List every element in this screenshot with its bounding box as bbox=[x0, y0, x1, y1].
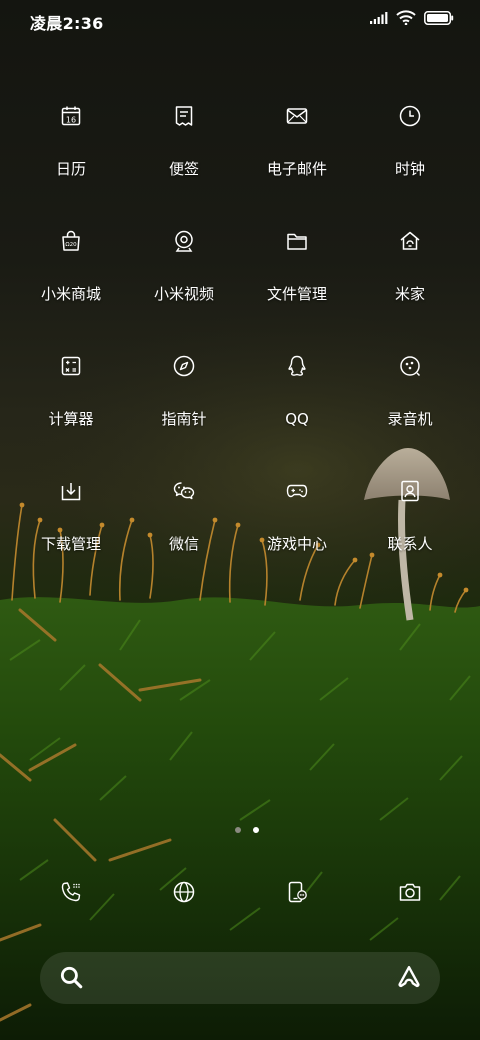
camera-icon[interactable] bbox=[398, 880, 422, 904]
recorder-icon bbox=[400, 356, 421, 377]
search-icon[interactable] bbox=[58, 964, 84, 990]
app-download-manager[interactable]: 下载管理 bbox=[15, 463, 127, 573]
app-mi-home[interactable]: 米家 bbox=[354, 213, 466, 323]
wifi-icon bbox=[396, 10, 416, 25]
app-calculator[interactable]: 计算器 bbox=[15, 338, 127, 448]
app-label: 录音机 bbox=[387, 410, 433, 428]
app-file-manager[interactable]: 文件管理 bbox=[241, 213, 353, 323]
messages-icon[interactable] bbox=[285, 880, 309, 904]
app-label: 游戏中心 bbox=[266, 535, 327, 553]
calculator-icon bbox=[61, 356, 81, 376]
gamepad-icon bbox=[286, 484, 308, 498]
mi-home-icon bbox=[400, 231, 420, 250]
app-label: 便签 bbox=[168, 160, 199, 178]
search-bar[interactable] bbox=[40, 952, 440, 1004]
app-label: 日历 bbox=[55, 160, 86, 178]
app-mi-video[interactable]: 小米视频 bbox=[128, 213, 240, 323]
calendar-icon: 16 bbox=[61, 106, 81, 126]
status-bar: 凌晨2:36 bbox=[0, 0, 480, 40]
mail-icon bbox=[286, 108, 308, 124]
wechat-icon bbox=[173, 482, 195, 500]
qq-penguin-icon bbox=[288, 355, 306, 376]
clock-icon bbox=[399, 105, 421, 127]
app-mi-store[interactable]: Ω20 小米商城 bbox=[15, 213, 127, 323]
mi-store-icon: Ω20 bbox=[62, 230, 80, 251]
signal-icon bbox=[370, 11, 388, 24]
app-label: 时钟 bbox=[394, 160, 425, 178]
folder-icon bbox=[287, 233, 307, 250]
page-dot-1[interactable] bbox=[235, 827, 241, 833]
status-icons bbox=[370, 10, 454, 25]
assistant-icon[interactable] bbox=[396, 964, 422, 990]
status-time: 凌晨2:36 bbox=[30, 14, 104, 33]
app-qq[interactable]: QQ bbox=[241, 338, 353, 448]
compass-icon bbox=[173, 355, 195, 377]
app-label: 联系人 bbox=[387, 535, 433, 553]
dock bbox=[0, 872, 480, 912]
video-icon bbox=[175, 230, 193, 252]
contacts-icon bbox=[401, 480, 419, 502]
app-wechat[interactable]: 微信 bbox=[128, 463, 240, 573]
app-label: 指南针 bbox=[161, 410, 207, 428]
app-label: 小米视频 bbox=[153, 285, 214, 303]
app-calendar[interactable]: 16 日历 bbox=[15, 88, 127, 198]
app-label: 下载管理 bbox=[40, 535, 101, 553]
battery-icon bbox=[424, 10, 454, 25]
app-label: 文件管理 bbox=[266, 285, 327, 303]
app-label: 微信 bbox=[168, 535, 199, 553]
svg-text:16: 16 bbox=[66, 116, 76, 125]
app-label: 小米商城 bbox=[40, 285, 101, 303]
app-notes[interactable]: 便签 bbox=[128, 88, 240, 198]
app-clock[interactable]: 时钟 bbox=[354, 88, 466, 198]
app-label: 计算器 bbox=[48, 410, 94, 428]
app-recorder[interactable]: 录音机 bbox=[354, 338, 466, 448]
browser-icon[interactable] bbox=[172, 880, 196, 904]
app-game-center[interactable]: 游戏中心 bbox=[241, 463, 353, 573]
svg-text:Ω20: Ω20 bbox=[65, 242, 77, 248]
app-compass[interactable]: 指南针 bbox=[128, 338, 240, 448]
app-label: 电子邮件 bbox=[266, 160, 327, 178]
app-label: QQ bbox=[285, 410, 309, 428]
page-indicator bbox=[0, 826, 480, 836]
notes-icon bbox=[175, 106, 193, 126]
phone-icon[interactable] bbox=[59, 880, 83, 904]
download-icon bbox=[61, 483, 81, 501]
app-contacts[interactable]: 联系人 bbox=[354, 463, 466, 573]
app-label: 米家 bbox=[394, 285, 425, 303]
app-email[interactable]: 电子邮件 bbox=[241, 88, 353, 198]
page-dot-2-active[interactable] bbox=[253, 827, 259, 833]
